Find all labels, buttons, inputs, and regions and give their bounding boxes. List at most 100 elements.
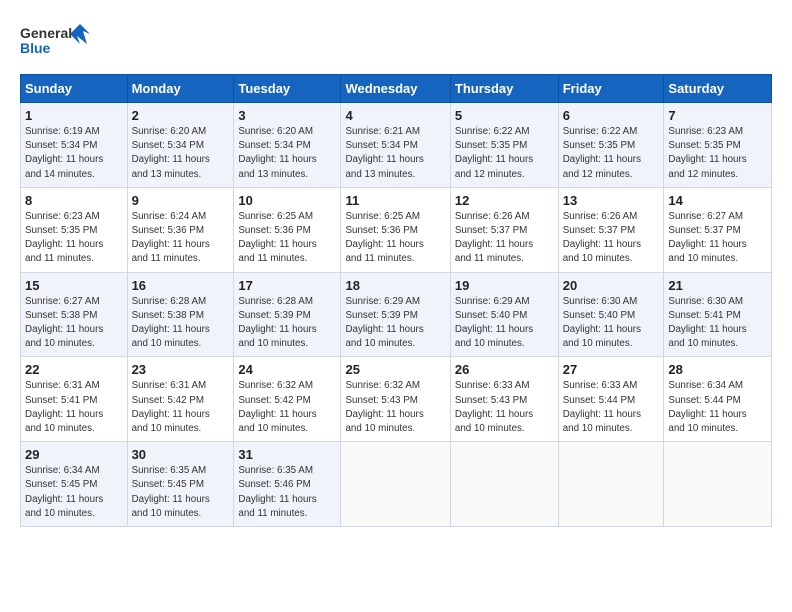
daylight-label: Daylight: 11 hours (25, 154, 103, 165)
daylight-label: Daylight: 11 hours (563, 409, 641, 420)
sunset-label: Sunset: 5:45 PM (132, 479, 204, 490)
sunrise-label: Sunrise: 6:22 AM (563, 126, 638, 137)
svg-text:General: General (20, 25, 72, 41)
day-number: 3 (238, 108, 336, 123)
day-info: Sunrise: 6:27 AM Sunset: 5:38 PM Dayligh… (25, 295, 123, 352)
daylight-minutes: and 14 minutes. (25, 169, 95, 180)
day-number: 29 (25, 447, 123, 462)
day-info: Sunrise: 6:29 AM Sunset: 5:39 PM Dayligh… (345, 295, 445, 352)
day-info: Sunrise: 6:34 AM Sunset: 5:45 PM Dayligh… (25, 464, 123, 521)
day-info: Sunrise: 6:25 AM Sunset: 5:36 PM Dayligh… (238, 210, 336, 267)
calendar-cell: 5 Sunrise: 6:22 AM Sunset: 5:35 PM Dayli… (450, 103, 558, 188)
calendar-cell: 11 Sunrise: 6:25 AM Sunset: 5:36 PM Dayl… (341, 187, 450, 272)
daylight-minutes: and 11 minutes. (345, 253, 414, 264)
day-number: 15 (25, 278, 123, 293)
day-info: Sunrise: 6:22 AM Sunset: 5:35 PM Dayligh… (563, 125, 660, 182)
daylight-label: Daylight: 11 hours (238, 239, 316, 250)
day-info: Sunrise: 6:34 AM Sunset: 5:44 PM Dayligh… (668, 379, 767, 436)
sunset-label: Sunset: 5:38 PM (25, 310, 97, 321)
sunrise-label: Sunrise: 6:33 AM (563, 380, 638, 391)
sunset-label: Sunset: 5:44 PM (563, 395, 635, 406)
day-number: 18 (345, 278, 445, 293)
sunrise-label: Sunrise: 6:20 AM (238, 126, 313, 137)
calendar-cell: 8 Sunrise: 6:23 AM Sunset: 5:35 PM Dayli… (21, 187, 128, 272)
day-number: 10 (238, 193, 336, 208)
day-info: Sunrise: 6:26 AM Sunset: 5:37 PM Dayligh… (455, 210, 554, 267)
daylight-label: Daylight: 11 hours (25, 494, 103, 505)
day-number: 24 (238, 362, 336, 377)
sunset-label: Sunset: 5:36 PM (238, 225, 310, 236)
day-info: Sunrise: 6:23 AM Sunset: 5:35 PM Dayligh… (668, 125, 767, 182)
daylight-minutes: and 10 minutes. (563, 423, 633, 434)
calendar-week-4: 22 Sunrise: 6:31 AM Sunset: 5:41 PM Dayl… (21, 357, 772, 442)
calendar-cell: 14 Sunrise: 6:27 AM Sunset: 5:37 PM Dayl… (664, 187, 772, 272)
sunset-label: Sunset: 5:36 PM (132, 225, 204, 236)
daylight-label: Daylight: 11 hours (345, 409, 423, 420)
daylight-label: Daylight: 11 hours (132, 324, 210, 335)
day-number: 17 (238, 278, 336, 293)
calendar-table: SundayMondayTuesdayWednesdayThursdayFrid… (20, 74, 772, 527)
day-info: Sunrise: 6:35 AM Sunset: 5:45 PM Dayligh… (132, 464, 230, 521)
daylight-minutes: and 11 minutes. (25, 253, 94, 264)
calendar-cell: 10 Sunrise: 6:25 AM Sunset: 5:36 PM Dayl… (234, 187, 341, 272)
calendar-cell: 6 Sunrise: 6:22 AM Sunset: 5:35 PM Dayli… (558, 103, 664, 188)
day-number: 5 (455, 108, 554, 123)
col-header-wednesday: Wednesday (341, 75, 450, 103)
daylight-label: Daylight: 11 hours (345, 239, 423, 250)
logo: General Blue (20, 22, 90, 64)
sunset-label: Sunset: 5:36 PM (345, 225, 417, 236)
day-info: Sunrise: 6:24 AM Sunset: 5:36 PM Dayligh… (132, 210, 230, 267)
sunrise-label: Sunrise: 6:28 AM (238, 296, 313, 307)
sunset-label: Sunset: 5:43 PM (455, 395, 527, 406)
daylight-minutes: and 10 minutes. (668, 423, 738, 434)
day-number: 25 (345, 362, 445, 377)
calendar-cell: 15 Sunrise: 6:27 AM Sunset: 5:38 PM Dayl… (21, 272, 128, 357)
daylight-minutes: and 10 minutes. (668, 253, 738, 264)
sunrise-label: Sunrise: 6:31 AM (25, 380, 100, 391)
daylight-minutes: and 10 minutes. (345, 338, 415, 349)
day-number: 7 (668, 108, 767, 123)
day-number: 14 (668, 193, 767, 208)
calendar-cell: 20 Sunrise: 6:30 AM Sunset: 5:40 PM Dayl… (558, 272, 664, 357)
day-info: Sunrise: 6:26 AM Sunset: 5:37 PM Dayligh… (563, 210, 660, 267)
daylight-minutes: and 10 minutes. (455, 423, 525, 434)
sunset-label: Sunset: 5:41 PM (25, 395, 97, 406)
day-info: Sunrise: 6:20 AM Sunset: 5:34 PM Dayligh… (238, 125, 336, 182)
daylight-minutes: and 10 minutes. (238, 338, 308, 349)
calendar-week-3: 15 Sunrise: 6:27 AM Sunset: 5:38 PM Dayl… (21, 272, 772, 357)
daylight-label: Daylight: 11 hours (563, 324, 641, 335)
calendar-cell: 24 Sunrise: 6:32 AM Sunset: 5:42 PM Dayl… (234, 357, 341, 442)
daylight-label: Daylight: 11 hours (345, 324, 423, 335)
calendar-cell: 18 Sunrise: 6:29 AM Sunset: 5:39 PM Dayl… (341, 272, 450, 357)
sunrise-label: Sunrise: 6:23 AM (668, 126, 743, 137)
daylight-minutes: and 11 minutes. (455, 253, 524, 264)
sunrise-label: Sunrise: 6:21 AM (345, 126, 420, 137)
sunrise-label: Sunrise: 6:19 AM (25, 126, 100, 137)
col-header-sunday: Sunday (21, 75, 128, 103)
calendar-cell: 17 Sunrise: 6:28 AM Sunset: 5:39 PM Dayl… (234, 272, 341, 357)
day-number: 27 (563, 362, 660, 377)
sunset-label: Sunset: 5:41 PM (668, 310, 740, 321)
day-number: 1 (25, 108, 123, 123)
calendar-cell: 31 Sunrise: 6:35 AM Sunset: 5:46 PM Dayl… (234, 442, 341, 527)
sunset-label: Sunset: 5:39 PM (238, 310, 310, 321)
calendar-week-1: 1 Sunrise: 6:19 AM Sunset: 5:34 PM Dayli… (21, 103, 772, 188)
calendar-cell: 22 Sunrise: 6:31 AM Sunset: 5:41 PM Dayl… (21, 357, 128, 442)
sunrise-label: Sunrise: 6:25 AM (345, 211, 420, 222)
sunset-label: Sunset: 5:34 PM (238, 140, 310, 151)
calendar-cell: 12 Sunrise: 6:26 AM Sunset: 5:37 PM Dayl… (450, 187, 558, 272)
calendar-cell: 26 Sunrise: 6:33 AM Sunset: 5:43 PM Dayl… (450, 357, 558, 442)
daylight-label: Daylight: 11 hours (238, 154, 316, 165)
day-info: Sunrise: 6:21 AM Sunset: 5:34 PM Dayligh… (345, 125, 445, 182)
calendar-cell: 1 Sunrise: 6:19 AM Sunset: 5:34 PM Dayli… (21, 103, 128, 188)
logo-icon: General Blue (20, 22, 90, 64)
daylight-label: Daylight: 11 hours (132, 239, 210, 250)
day-info: Sunrise: 6:30 AM Sunset: 5:40 PM Dayligh… (563, 295, 660, 352)
day-info: Sunrise: 6:27 AM Sunset: 5:37 PM Dayligh… (668, 210, 767, 267)
calendar-week-2: 8 Sunrise: 6:23 AM Sunset: 5:35 PM Dayli… (21, 187, 772, 272)
daylight-label: Daylight: 11 hours (668, 324, 746, 335)
day-number: 11 (345, 193, 445, 208)
calendar-cell: 29 Sunrise: 6:34 AM Sunset: 5:45 PM Dayl… (21, 442, 128, 527)
header: General Blue (20, 18, 772, 64)
sunrise-label: Sunrise: 6:32 AM (238, 380, 313, 391)
